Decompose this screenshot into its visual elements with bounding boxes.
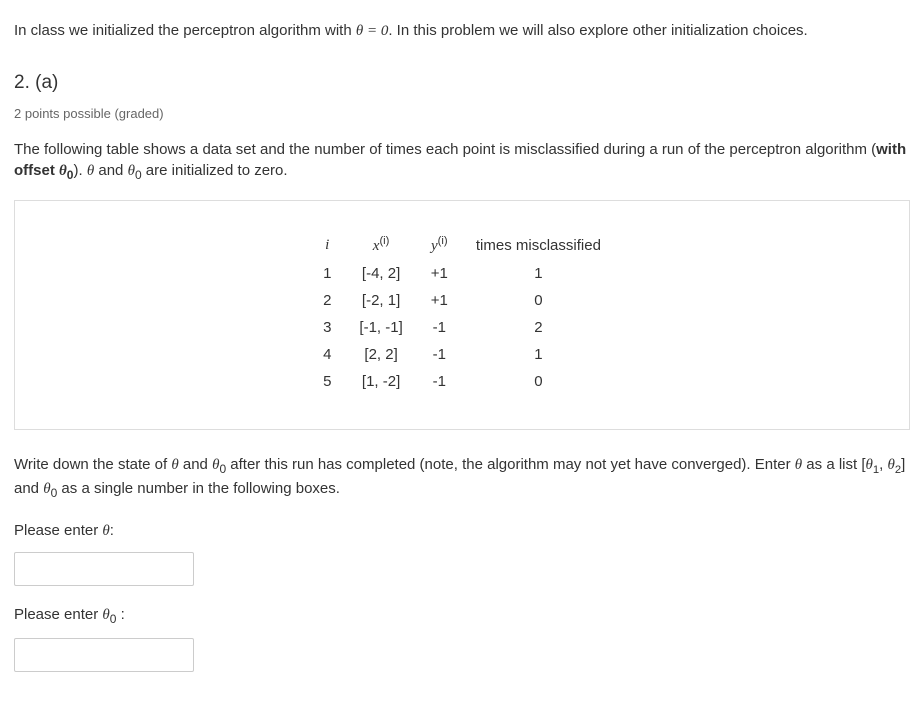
theta-sym-4: θ — [171, 457, 178, 473]
cell-times: 0 — [462, 368, 615, 395]
table-row: 3 [-1, -1] -1 2 — [309, 314, 615, 341]
desc-a: The following table shows a data set and… — [14, 141, 876, 158]
cell-times: 1 — [462, 341, 615, 368]
cell-i: 4 — [309, 341, 345, 368]
col-x: x(i) — [345, 231, 416, 260]
instr-a: Write down the state of — [14, 456, 171, 473]
cell-y: -1 — [417, 368, 462, 395]
cell-x: [1, -2] — [345, 368, 416, 395]
theta-sym-1: θ — [59, 163, 67, 179]
table-row: 4 [2, 2] -1 1 — [309, 341, 615, 368]
cell-y: -1 — [417, 314, 462, 341]
instr-b: and — [179, 456, 212, 473]
label-theta-colon: : — [110, 522, 114, 539]
col-i: i — [309, 231, 345, 260]
cell-times: 0 — [462, 287, 615, 314]
question-heading: 2. (a) — [14, 70, 910, 97]
cell-x: [-2, 1] — [345, 287, 416, 314]
cell-i: 3 — [309, 314, 345, 341]
cell-i: 5 — [309, 368, 345, 395]
label-theta0-text: Please enter — [14, 606, 102, 623]
instr-list: [θ1, θ2] — [861, 456, 905, 473]
instr-c: after this run has completed (note, the … — [226, 456, 795, 473]
theta-sym-label1: θ — [102, 523, 109, 539]
cell-times: 1 — [462, 260, 615, 287]
table-header-row: i x(i) y(i) times misclassified — [309, 231, 615, 260]
intro-text: In class we initialized the perceptron a… — [14, 20, 910, 42]
label-theta0-colon: : — [116, 606, 124, 623]
cell-x: [2, 2] — [345, 341, 416, 368]
instr-e: and — [14, 480, 43, 497]
label-theta-text: Please enter — [14, 522, 102, 539]
theta-input[interactable] — [14, 552, 194, 586]
cell-x: [-1, -1] — [345, 314, 416, 341]
intro-pre: In class we initialized the perceptron a… — [14, 22, 356, 39]
desc-b: ). — [73, 162, 86, 179]
intro-math: θ = 0 — [356, 23, 389, 39]
intro-post: . In this problem we will also explore o… — [388, 22, 807, 39]
cell-x: [-4, 2] — [345, 260, 416, 287]
cell-y: +1 — [417, 287, 462, 314]
data-table: i x(i) y(i) times misclassified 1 [-4, 2… — [309, 231, 615, 395]
cell-times: 2 — [462, 314, 615, 341]
points-possible: 2 points possible (graded) — [14, 105, 910, 123]
theta-sym-7: θ — [43, 481, 50, 497]
instr-f: as a single number in the following boxe… — [57, 480, 340, 497]
cell-i: 1 — [309, 260, 345, 287]
problem-description: The following table shows a data set and… — [14, 139, 910, 184]
desc-d: are initialized to zero. — [142, 162, 288, 179]
cell-y: -1 — [417, 341, 462, 368]
cell-i: 2 — [309, 287, 345, 314]
instruction-text: Write down the state of θ and θ0 after t… — [14, 454, 910, 503]
instr-d: as a list — [802, 456, 861, 473]
data-table-container: i x(i) y(i) times misclassified 1 [-4, 2… — [14, 200, 910, 430]
table-row: 5 [1, -2] -1 0 — [309, 368, 615, 395]
col-times: times misclassified — [462, 231, 615, 260]
desc-c: and — [94, 162, 127, 179]
label-theta: Please enter θ: — [14, 520, 910, 542]
theta0-input[interactable] — [14, 638, 194, 672]
theta-sym-label2: θ — [102, 607, 109, 623]
table-row: 1 [-4, 2] +1 1 — [309, 260, 615, 287]
theta0-sub-2: 0 — [135, 168, 142, 182]
table-row: 2 [-2, 1] +1 0 — [309, 287, 615, 314]
label-theta0: Please enter θ0 : — [14, 604, 910, 628]
cell-y: +1 — [417, 260, 462, 287]
theta-sym-3: θ — [128, 163, 135, 179]
col-y: y(i) — [417, 231, 462, 260]
